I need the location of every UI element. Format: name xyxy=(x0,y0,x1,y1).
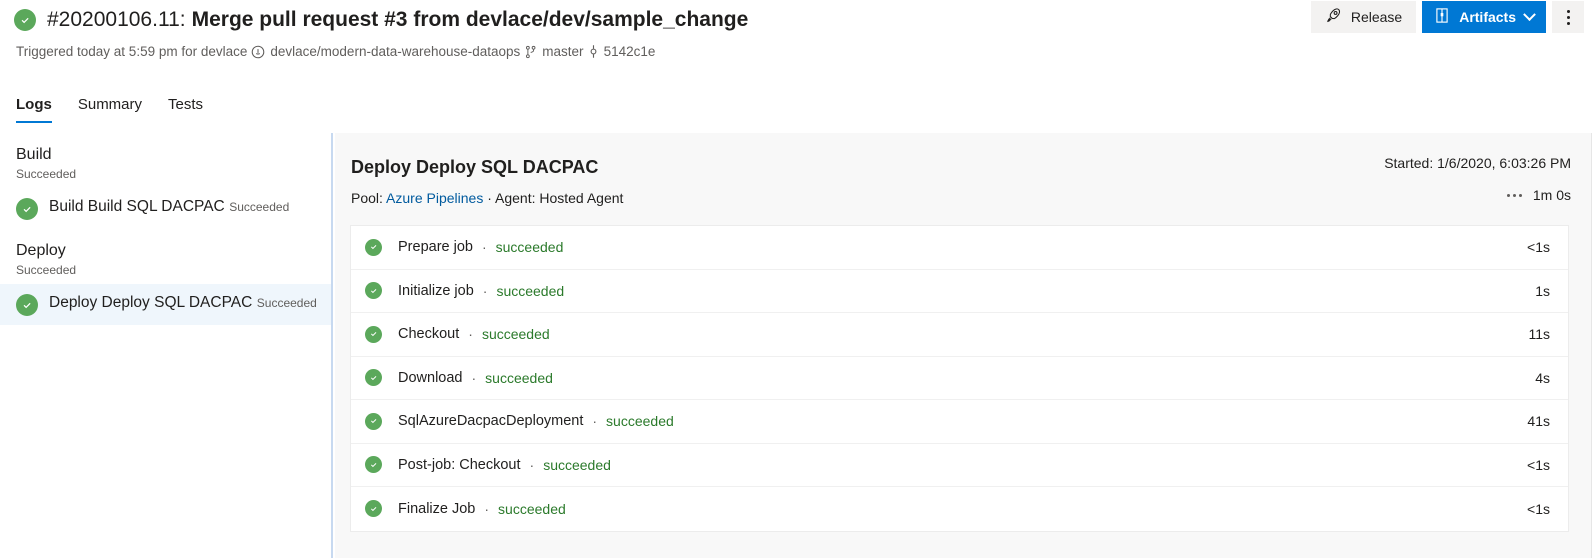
task-name: Download xyxy=(398,369,463,386)
table-row[interactable]: Finalize Job · succeeded <1s xyxy=(351,487,1568,531)
task-result: succeeded xyxy=(495,239,564,256)
kebab-menu-icon xyxy=(1566,9,1570,25)
task-duration: 4s xyxy=(1535,369,1550,386)
pool-label: Pool: xyxy=(351,190,383,206)
chevron-down-icon xyxy=(1523,7,1536,21)
job-status: Succeeded xyxy=(256,296,317,310)
table-row[interactable]: Download · succeeded 4s xyxy=(351,357,1568,400)
task-separator: · xyxy=(529,456,535,473)
agent-label: · Agent: Hosted Agent xyxy=(487,190,624,206)
github-icon xyxy=(251,45,265,59)
task-separator: · xyxy=(471,369,477,386)
task-result: succeeded xyxy=(543,456,611,473)
build-number: #20200106.11: xyxy=(47,8,186,31)
check-circle-icon xyxy=(365,238,382,256)
task-duration: <1s xyxy=(1527,500,1550,517)
check-circle-icon xyxy=(14,9,36,31)
task-result: succeeded xyxy=(496,282,565,299)
task-duration: <1s xyxy=(1527,456,1550,473)
job-duration-row: 1m 0s xyxy=(1506,187,1571,203)
tab-summary[interactable]: Summary xyxy=(78,96,156,123)
stage-header-build: Build Succeeded xyxy=(0,143,331,188)
job-status: Succeeded xyxy=(229,200,290,214)
branch-icon xyxy=(524,45,537,59)
commit-icon xyxy=(588,44,599,59)
page-header: #20200106.11: Merge pull request #3 from… xyxy=(0,0,1592,88)
content-area: Build Succeeded Build Build SQL DACPAC S… xyxy=(0,133,1592,558)
header-actions: Release Artifacts xyxy=(1310,1,1584,33)
table-row[interactable]: Prepare job · succeeded <1s xyxy=(351,226,1568,270)
task-duration: 1s xyxy=(1535,282,1550,299)
task-name: SqlAzureDacpacDeployment xyxy=(398,413,584,430)
job-detail-header: Deploy Deploy SQL DACPAC Pool: Azure Pip… xyxy=(335,133,1591,225)
stage-name: Build xyxy=(16,146,52,163)
release-button-label: Release xyxy=(1350,9,1403,25)
check-circle-icon xyxy=(365,412,382,430)
task-list: Prepare job · succeeded <1s Initialize j… xyxy=(350,225,1569,532)
table-row[interactable]: Initialize job · succeeded 1s xyxy=(351,270,1568,313)
tab-bar: Logs Summary Tests xyxy=(0,96,1592,130)
ellipsis-icon[interactable] xyxy=(1506,193,1522,197)
task-result: succeeded xyxy=(485,369,553,386)
artifacts-button[interactable]: Artifacts xyxy=(1422,1,1546,33)
task-name: Prepare job xyxy=(398,239,473,256)
job-name: Build Build SQL DACPAC xyxy=(49,198,225,215)
repo-name[interactable]: devlace/modern-data-warehouse-dataops xyxy=(270,44,520,59)
task-name: Initialize job xyxy=(398,282,474,299)
task-result: succeeded xyxy=(498,500,566,517)
task-duration: 41s xyxy=(1527,413,1550,430)
commit-hash[interactable]: 5142c1e xyxy=(604,44,656,59)
job-started-time: Started: 1/6/2020, 6:03:26 PM xyxy=(1384,155,1571,171)
stage-group-build: Build Succeeded Build Build SQL DACPAC S… xyxy=(0,133,331,229)
pool-link[interactable]: Azure Pipelines xyxy=(386,190,483,206)
rocket-icon xyxy=(1325,7,1342,27)
stages-sidebar: Build Succeeded Build Build SQL DACPAC S… xyxy=(0,133,333,558)
check-circle-icon xyxy=(16,198,38,220)
check-circle-icon xyxy=(16,294,38,316)
check-circle-icon xyxy=(365,369,382,387)
task-separator: · xyxy=(468,326,473,343)
table-row[interactable]: SqlAzureDacpacDeployment · succeeded 41s xyxy=(351,400,1568,444)
stage-status: Succeeded xyxy=(16,167,77,181)
page-title: Merge pull request #3 from devlace/dev/s… xyxy=(191,8,749,31)
stage-name: Deploy xyxy=(16,242,66,259)
branch-name[interactable]: master xyxy=(542,44,583,59)
task-result: succeeded xyxy=(481,326,550,343)
sidebar-item-deploy-deploy-sql-dacpac[interactable]: Deploy Deploy SQL DACPAC Succeeded xyxy=(0,284,331,325)
triggered-text: Triggered today at 5:59 pm for devlace xyxy=(16,44,248,59)
task-result: succeeded xyxy=(606,413,674,430)
table-row[interactable]: Checkout · succeeded 11s xyxy=(351,313,1568,357)
task-separator: · xyxy=(482,282,488,299)
stage-status: Succeeded xyxy=(16,263,77,277)
pipeline-run-page: #20200106.11: Merge pull request #3 from… xyxy=(0,0,1592,558)
artifacts-button-label: Artifacts xyxy=(1459,9,1516,25)
package-icon xyxy=(1434,7,1450,27)
check-circle-icon xyxy=(365,325,382,343)
tab-tests[interactable]: Tests xyxy=(168,96,217,123)
task-separator: · xyxy=(481,239,487,256)
job-pool-agent: Pool: Azure Pipelines · Agent: Hosted Ag… xyxy=(351,189,1569,207)
task-separator: · xyxy=(592,413,598,430)
task-name: Post-job: Checkout xyxy=(398,456,521,473)
table-row[interactable]: Post-job: Checkout · succeeded <1s xyxy=(351,444,1568,487)
job-name: Deploy Deploy SQL DACPAC xyxy=(49,294,253,311)
stage-header-deploy: Deploy Succeeded xyxy=(0,239,331,284)
more-options-button[interactable] xyxy=(1552,1,1584,33)
task-name: Checkout xyxy=(398,326,460,343)
release-button[interactable]: Release xyxy=(1310,1,1417,33)
check-circle-icon xyxy=(365,282,382,300)
task-name: Finalize Job xyxy=(398,500,476,517)
check-circle-icon xyxy=(365,456,382,474)
task-separator: · xyxy=(484,500,490,517)
sidebar-item-build-build-sql-dacpac[interactable]: Build Build SQL DACPAC Succeeded xyxy=(0,188,331,229)
check-circle-icon xyxy=(365,500,382,518)
job-duration: 1m 0s xyxy=(1532,187,1571,203)
tab-logs[interactable]: Logs xyxy=(16,96,66,123)
task-duration: <1s xyxy=(1527,239,1550,256)
task-duration: 11s xyxy=(1528,326,1550,343)
build-metadata: Triggered today at 5:59 pm for devlace d… xyxy=(16,44,655,59)
job-detail-panel: Deploy Deploy SQL DACPAC Pool: Azure Pip… xyxy=(335,133,1592,558)
build-heading: #20200106.11: Merge pull request #3 from… xyxy=(14,4,748,36)
stage-group-deploy: Deploy Succeeded Deploy Deploy SQL DACPA… xyxy=(0,229,331,325)
